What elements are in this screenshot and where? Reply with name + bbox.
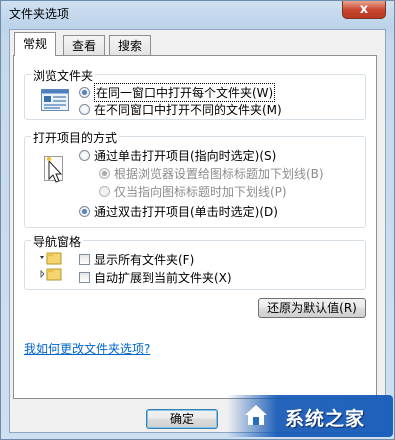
radio-dot[interactable] (79, 104, 90, 115)
radio-dot[interactable] (79, 150, 90, 161)
restore-defaults-button[interactable]: 还原为默认值(R) (258, 298, 366, 318)
window-layout-icon (41, 89, 69, 111)
pointer-document-icon (44, 156, 63, 183)
radio-new-window-label: 在不同窗口中打开不同的文件夹(M) (94, 103, 282, 117)
browse-folders-group: 浏览文件夹 在同一窗口中打开每个文件夹(W) 在不同窗口中打开不同的文件夹(M) (24, 67, 366, 120)
checkbox-auto-expand-label: 自动扩展到当前文件夹(X) (94, 271, 232, 285)
radio-single-click[interactable]: 通过单击打开项目(指向时选定)(S) (79, 147, 276, 164)
watermark-text: 系统之家 (285, 408, 366, 430)
checkbox-auto-expand[interactable]: 自动扩展到当前文件夹(X) (79, 269, 232, 286)
radio-underline-browser[interactable]: 根据浏览器设置给图标标题加下划线(B) (99, 165, 324, 182)
radio-double-click[interactable]: 通过双击打开项目(单击时选定)(D) (79, 203, 278, 220)
folder-options-window: 文件夹选项 x 常规 查看 搜索 浏览文件夹 在同一窗口中打开每个文件夹(W) (0, 0, 395, 440)
checkbox-show-all-folders[interactable]: 显示所有文件夹(F) (79, 251, 194, 268)
general-tab-panel: 浏览文件夹 在同一窗口中打开每个文件夹(W) 在不同窗口中打开不同的文件夹(M) (13, 55, 377, 399)
radio-new-window[interactable]: 在不同窗口中打开不同的文件夹(M) (79, 101, 282, 118)
radio-underline-point-label: 仅当指向图标标题时加下划线(P) (114, 185, 287, 199)
folder-tree-icon (40, 252, 62, 281)
browse-folders-label: 浏览文件夹 (31, 67, 96, 84)
navigation-pane-group: 导航窗格 显示所有文件夹(F) 自动扩展到当前文件夹(X) (24, 233, 366, 290)
radio-dot-selected[interactable] (79, 87, 90, 98)
radio-same-window[interactable]: 在同一窗口中打开每个文件夹(W) (79, 83, 276, 102)
checkbox-box[interactable] (79, 272, 90, 283)
radio-underline-point[interactable]: 仅当指向图标标题时加下划线(P) (99, 183, 287, 200)
radio-dot-selected[interactable] (99, 168, 110, 179)
help-link[interactable]: 我如何更改文件夹选项? (24, 340, 150, 357)
ok-button[interactable]: 确定 (146, 409, 218, 429)
window-title: 文件夹选项 (9, 7, 70, 21)
radio-underline-browser-label: 根据浏览器设置给图标标题加下划线(B) (114, 167, 324, 181)
tab-view[interactable]: 查看 (63, 35, 106, 55)
radio-double-click-label: 通过双击打开项目(单击时选定)(D) (94, 205, 278, 219)
radio-single-click-label: 通过单击打开项目(指向时选定)(S) (94, 149, 277, 163)
radio-dot[interactable] (99, 186, 110, 197)
close-button[interactable]: x (342, 1, 386, 19)
site-watermark: 系统之家 (227, 395, 393, 437)
checkbox-show-all-folders-label: 显示所有文件夹(F) (94, 253, 195, 267)
house-logo-icon (245, 405, 267, 425)
checkbox-box[interactable] (79, 254, 90, 265)
radio-dot-selected[interactable] (79, 206, 90, 217)
navigation-pane-label: 导航窗格 (31, 233, 84, 250)
click-items-label: 打开项目的方式 (31, 129, 120, 146)
tab-search[interactable]: 搜索 (109, 35, 152, 55)
radio-same-window-label: 在同一窗口中打开每个文件夹(W) (94, 83, 276, 102)
tab-general[interactable]: 常规 (14, 32, 57, 56)
click-items-group: 打开项目的方式 通过单击打开项目(指向时选定)(S) 根据浏览器设置给图标标题加… (24, 129, 366, 228)
